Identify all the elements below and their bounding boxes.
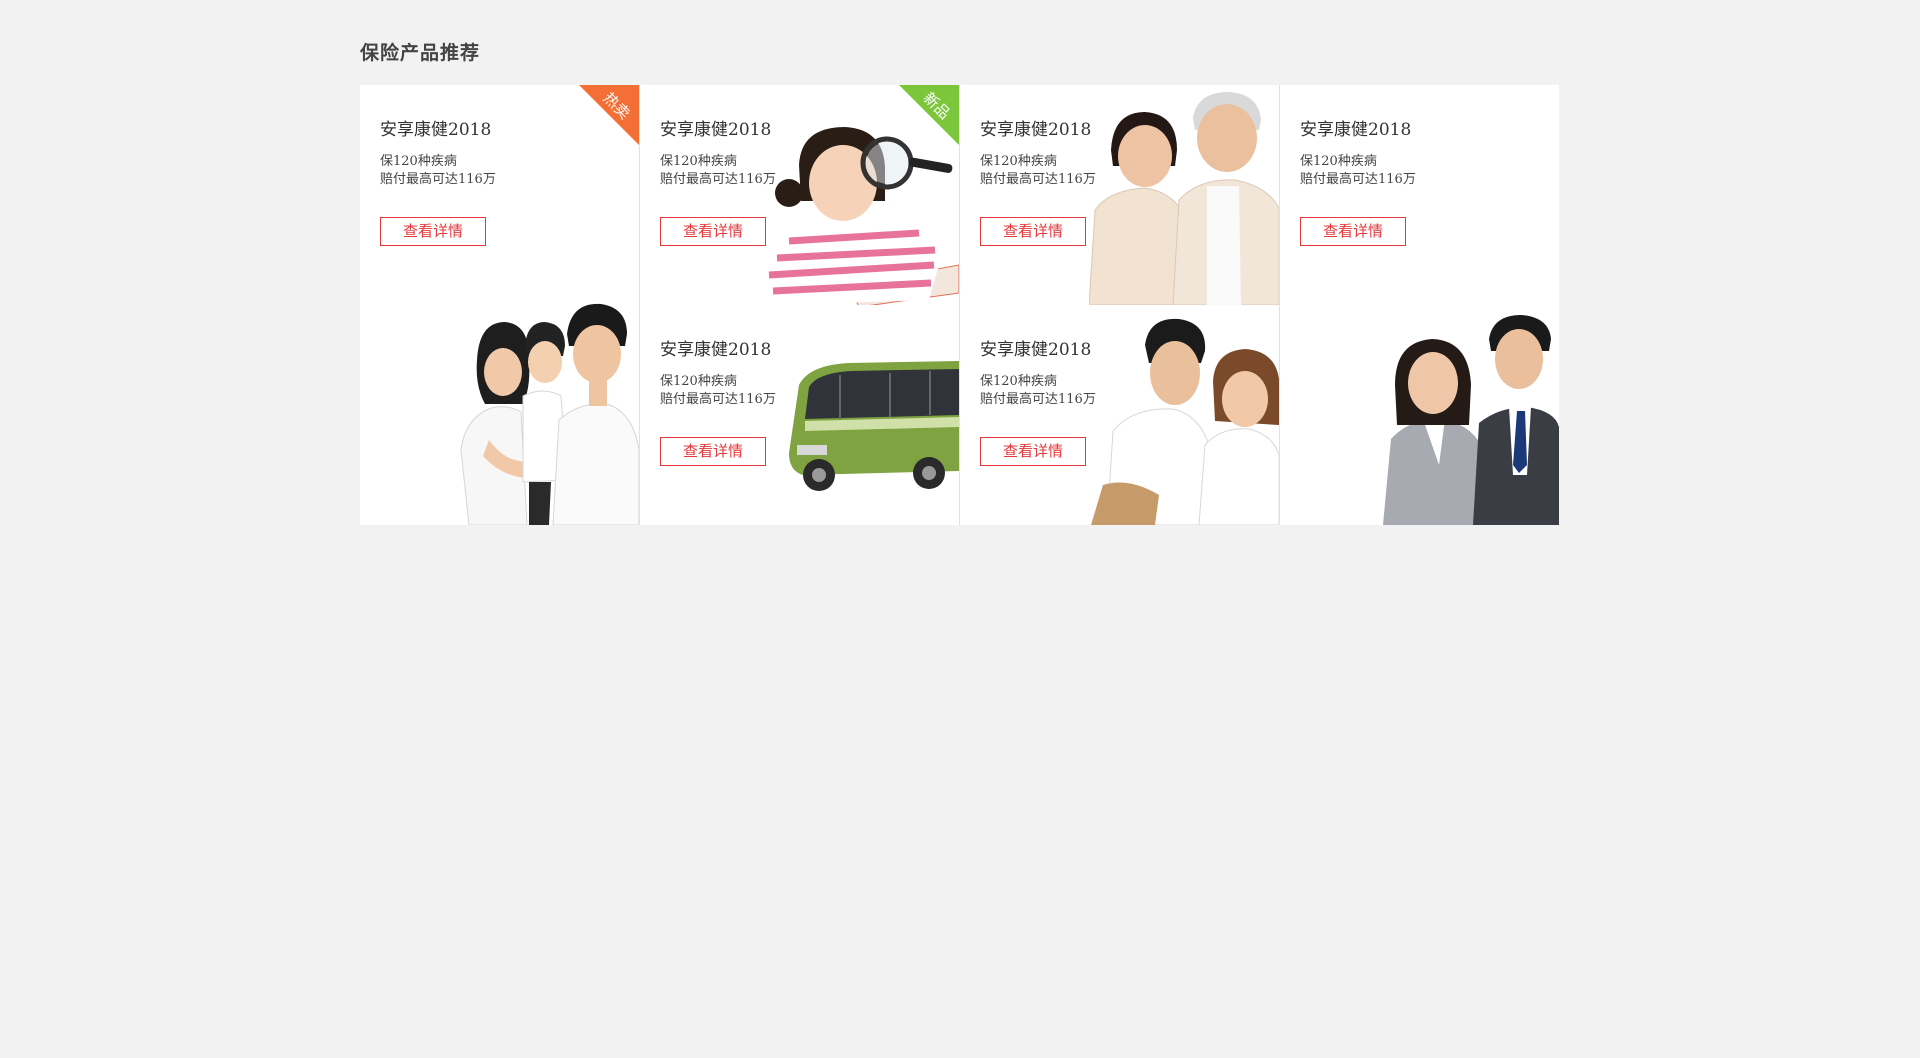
- product-coverage: 保120种疾病: [660, 154, 737, 169]
- product-title: 安享康健2018: [980, 340, 1092, 360]
- product-title: 安享康健2018: [380, 120, 492, 140]
- section-title: 保险产品推荐: [360, 42, 481, 64]
- product-payout: 赔付最高可达116万: [980, 172, 1096, 187]
- product-payout: 赔付最高可达116万: [380, 172, 496, 187]
- product-coverage: 保120种疾病: [980, 154, 1057, 169]
- girl-with-magnifier-photo: [764, 127, 959, 305]
- insurance-recommend-section: 保险产品推荐 热卖 安享康健2018 保120种疾病 赔付最高可达116万 查看…: [360, 38, 1559, 525]
- product-payout: 赔付最高可达116万: [660, 172, 776, 187]
- product-column-3: 安享康健2018 保120种疾病 赔付最高可达116万 查看详情 安享康健201…: [960, 85, 1280, 525]
- view-details-button[interactable]: 查看详情: [660, 437, 766, 466]
- product-grid: 热卖 安享康健2018 保120种疾病 赔付最高可达116万 查看详情 新品 安…: [360, 85, 1559, 525]
- product-payout: 赔付最高可达116万: [660, 392, 776, 407]
- product-card-6[interactable]: 安享康健2018 保120种疾病 赔付最高可达116万 查看详情: [1280, 85, 1559, 525]
- view-details-button[interactable]: 查看详情: [380, 217, 486, 246]
- product-payout: 赔付最高可达116万: [980, 392, 1096, 407]
- view-details-button[interactable]: 查看详情: [980, 437, 1086, 466]
- view-details-button[interactable]: 查看详情: [660, 217, 766, 246]
- family-of-three-photo: [460, 303, 639, 525]
- hot-badge: 热卖: [579, 85, 639, 145]
- view-details-button[interactable]: 查看详情: [980, 217, 1086, 246]
- product-coverage: 保120种疾病: [660, 374, 737, 389]
- product-column-1: 热卖 安享康健2018 保120种疾病 赔付最高可达116万 查看详情: [360, 85, 640, 525]
- product-title: 安享康健2018: [660, 340, 772, 360]
- product-card-4[interactable]: 安享康健2018 保120种疾病 赔付最高可达116万 查看详情: [960, 85, 1279, 305]
- young-couple-photo: [1091, 318, 1279, 525]
- product-column-2: 新品 安享康健2018 保120种疾病 赔付最高可达116万 查看详情 安享康健…: [640, 85, 960, 525]
- product-card-5[interactable]: 安享康健2018 保120种疾病 赔付最高可达116万 查看详情: [960, 305, 1279, 525]
- product-coverage: 保120种疾病: [980, 374, 1057, 389]
- elderly-couple-photo: [1089, 92, 1279, 305]
- product-card-3[interactable]: 安享康健2018 保120种疾病 赔付最高可达116万 查看详情: [640, 305, 959, 525]
- product-title: 安享康健2018: [1300, 120, 1412, 140]
- green-bus-photo: [789, 361, 959, 491]
- product-coverage: 保120种疾病: [380, 154, 457, 169]
- business-couple-photo: [1383, 315, 1559, 525]
- product-title: 安享康健2018: [980, 120, 1092, 140]
- view-details-button[interactable]: 查看详情: [1300, 217, 1406, 246]
- product-column-4: 安享康健2018 保120种疾病 赔付最高可达116万 查看详情: [1280, 85, 1559, 525]
- product-card-2[interactable]: 新品 安享康健2018 保120种疾病 赔付最高可达116万 查看详情: [640, 85, 959, 305]
- product-coverage: 保120种疾病: [1300, 154, 1377, 169]
- product-title: 安享康健2018: [660, 120, 772, 140]
- product-card-1[interactable]: 热卖 安享康健2018 保120种疾病 赔付最高可达116万 查看详情: [360, 85, 639, 525]
- hot-badge-label: 热卖: [599, 88, 634, 123]
- product-payout: 赔付最高可达116万: [1300, 172, 1416, 187]
